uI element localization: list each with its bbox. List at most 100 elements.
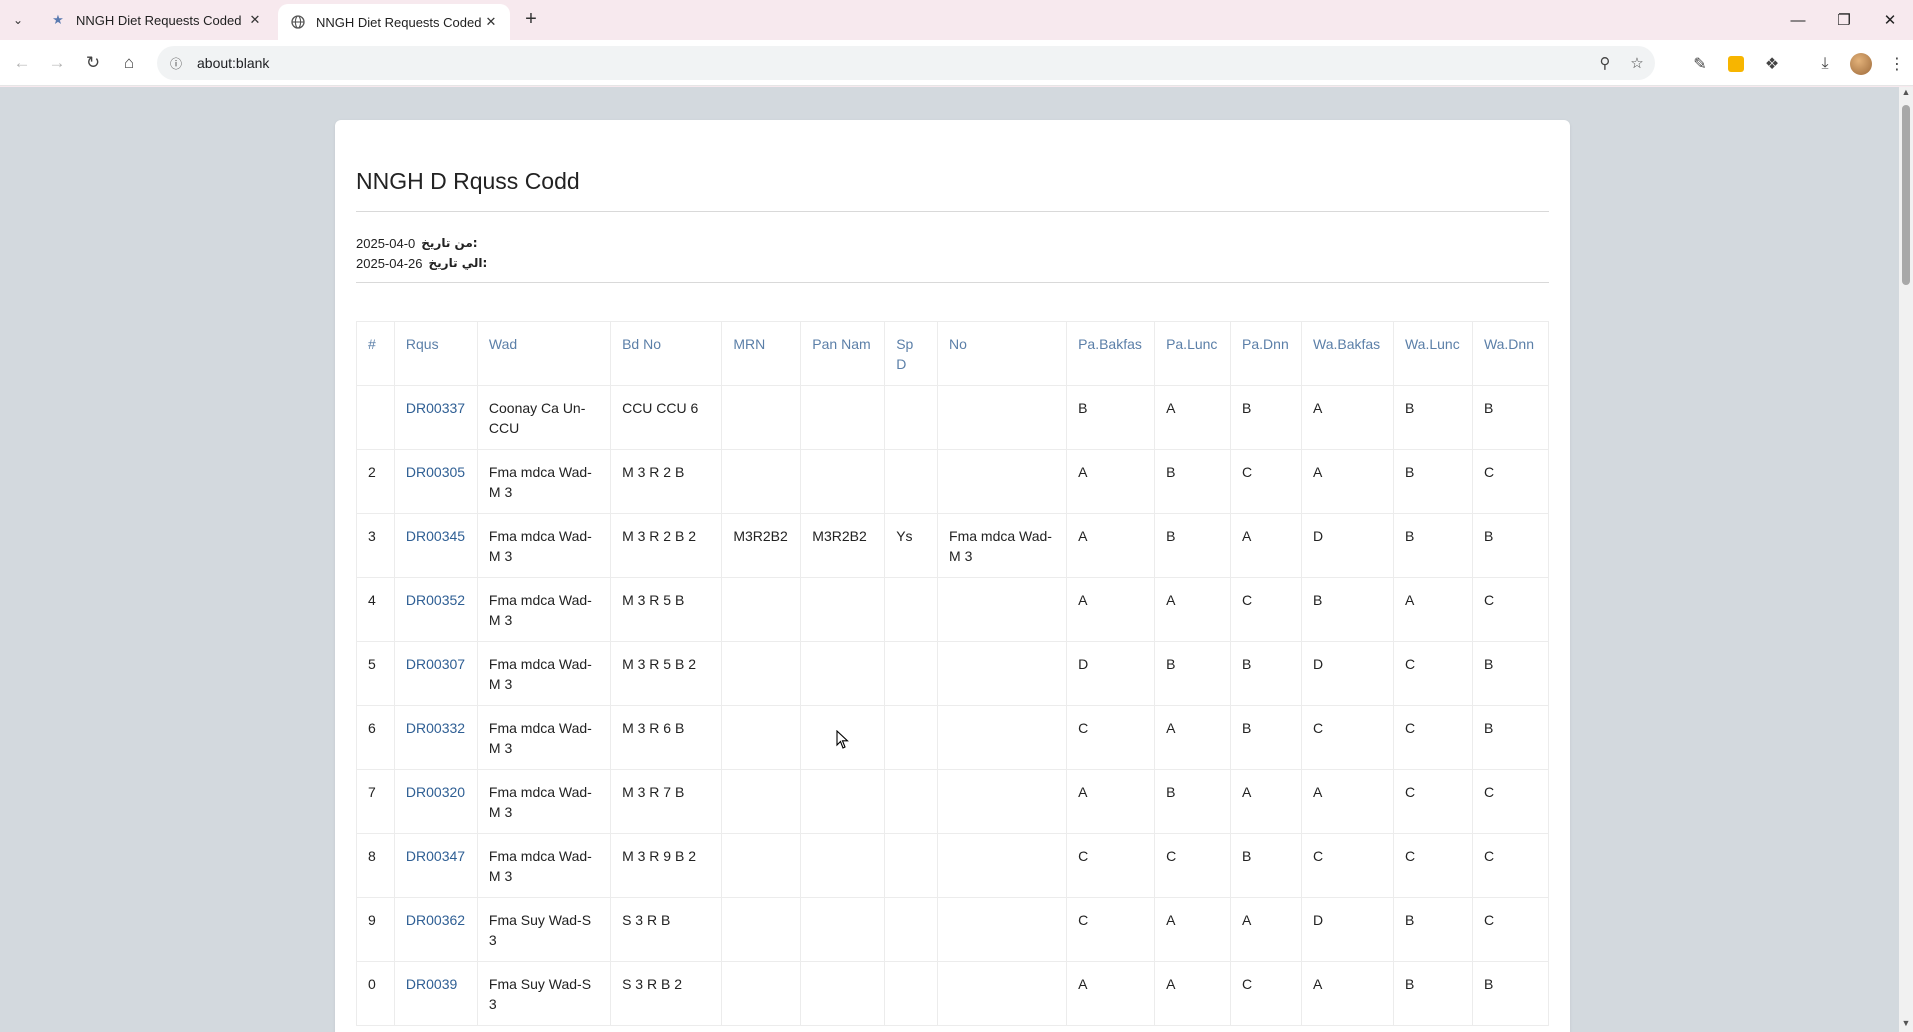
patient-breakfast: D xyxy=(1066,641,1156,706)
address-bar[interactable]: ⓘ about:blank ⚲ ☆ xyxy=(157,46,1655,80)
info-icon[interactable]: ⓘ xyxy=(167,54,185,72)
reload-icon[interactable]: ↻ xyxy=(81,51,105,75)
star-favicon-icon: ★ xyxy=(52,12,64,27)
request-id[interactable]: DR00307 xyxy=(393,641,478,706)
table-row: 2 DR00305 Fma mdca Wad-M 3M 3 R 2 BABCABC xyxy=(356,449,1550,514)
vertical-scrollbar[interactable]: ▲ ▼ xyxy=(1899,87,1913,1032)
mrn: M3R2B2 xyxy=(721,513,802,578)
column-header[interactable]: Sp D xyxy=(884,321,939,386)
column-header[interactable]: Rqus xyxy=(393,321,478,386)
tab-inactive[interactable]: ★ NNGH Diet Requests Coded ✕ xyxy=(38,4,274,36)
column-header[interactable]: Pan Nam xyxy=(800,321,886,386)
request-id[interactable]: DR00305 xyxy=(393,449,478,514)
avatar[interactable] xyxy=(1848,51,1874,77)
patient-breakfast: A xyxy=(1066,577,1156,642)
to-date-value: 2025-04-26 xyxy=(356,256,423,271)
bed-number: M 3 R 9 B 2 xyxy=(610,833,723,898)
ward-dinner: B xyxy=(1471,641,1550,706)
patient-dinner: C xyxy=(1230,449,1302,514)
table-row: 3 DR00345 Fma mdca Wad-M 3M 3 R 2 B 2 M3R2B… xyxy=(356,513,1550,578)
scroll-up-icon[interactable]: ▲ xyxy=(1899,87,1913,101)
patient-breakfast: A xyxy=(1066,769,1156,834)
download-icon[interactable]: ⤓ xyxy=(1812,51,1838,77)
note xyxy=(937,705,1068,770)
patient-lunch: A xyxy=(1154,897,1232,962)
minimize-icon[interactable]: — xyxy=(1775,0,1821,40)
patient-breakfast: A xyxy=(1066,513,1156,578)
ward-dinner: C xyxy=(1471,897,1550,962)
column-header[interactable]: Wa.Lunc xyxy=(1392,321,1473,386)
column-header[interactable]: Wa.Bakfas xyxy=(1301,321,1394,386)
mrn xyxy=(721,641,802,706)
column-header[interactable]: Pa.Dnn xyxy=(1230,321,1302,386)
ward-lunch: C xyxy=(1392,769,1473,834)
scroll-down-icon[interactable]: ▼ xyxy=(1899,1018,1913,1032)
column-header[interactable]: Wad xyxy=(476,321,612,386)
patient-name xyxy=(800,385,886,450)
note: Fma mdca Wad-M 3 xyxy=(937,513,1068,578)
patient-dinner: B xyxy=(1230,705,1302,770)
to-date-line: 2025-04-26 الي تاريخ: xyxy=(356,256,487,271)
ward-lunch: B xyxy=(1392,385,1473,450)
puzzle-icon[interactable]: ❖ xyxy=(1759,51,1785,77)
patient-name xyxy=(800,577,886,642)
patient-lunch: C xyxy=(1154,833,1232,898)
request-id[interactable]: DR00345 xyxy=(393,513,478,578)
ward-breakfast: A xyxy=(1301,961,1394,1026)
tab-search-icon[interactable]: ⌄ xyxy=(6,9,30,31)
note xyxy=(937,833,1068,898)
row-number: 6 xyxy=(356,705,395,770)
ward-name: Fma mdca Wad-M 3 xyxy=(476,449,612,514)
extension-icon[interactable] xyxy=(1723,51,1749,77)
patient-lunch: B xyxy=(1154,769,1232,834)
patient-name xyxy=(800,769,886,834)
request-id[interactable]: DR00347 xyxy=(393,833,478,898)
request-id[interactable]: DR00337 xyxy=(393,385,478,450)
column-header[interactable]: Wa.Dnn xyxy=(1471,321,1550,386)
home-icon[interactable]: ⌂ xyxy=(117,51,141,75)
scroll-thumb[interactable] xyxy=(1902,105,1910,285)
column-header[interactable]: # xyxy=(356,321,395,386)
request-id[interactable]: DR0039 xyxy=(393,961,478,1026)
column-header[interactable]: MRN xyxy=(721,321,802,386)
close-tab-icon[interactable]: ✕ xyxy=(482,13,500,31)
special-diet xyxy=(884,833,939,898)
patient-dinner: C xyxy=(1230,577,1302,642)
more-icon[interactable]: ⋮ xyxy=(1884,51,1910,77)
request-id[interactable]: DR00320 xyxy=(393,769,478,834)
star-icon[interactable]: ☆ xyxy=(1623,49,1651,77)
note xyxy=(937,961,1068,1026)
ward-lunch: B xyxy=(1392,897,1473,962)
request-id[interactable]: DR00332 xyxy=(393,705,478,770)
note xyxy=(937,641,1068,706)
column-header[interactable]: Bd No xyxy=(610,321,723,386)
request-id[interactable]: DR00352 xyxy=(393,577,478,642)
patient-lunch: A xyxy=(1154,385,1232,450)
column-header[interactable]: Pa.Bakfas xyxy=(1066,321,1156,386)
ward-name: Fma mdca Wad-M 3 xyxy=(476,513,612,578)
ward-breakfast: C xyxy=(1301,833,1394,898)
close-window-icon[interactable]: ✕ xyxy=(1867,0,1913,40)
column-header[interactable]: No xyxy=(937,321,1068,386)
from-date-label: من تاريخ: xyxy=(421,236,478,250)
ward-breakfast: A xyxy=(1301,769,1394,834)
row-number: 0 xyxy=(356,961,395,1026)
patient-name xyxy=(800,641,886,706)
close-tab-icon[interactable]: ✕ xyxy=(246,11,264,29)
table-row: 8 DR00347 Fma mdca Wad-M 3M 3 R 9 B 2CCBCC… xyxy=(356,833,1550,898)
forward-icon[interactable]: → xyxy=(45,51,69,75)
restore-icon[interactable]: ❐ xyxy=(1821,0,1867,40)
ward-breakfast: D xyxy=(1301,641,1394,706)
tab-active[interactable]: NNGH Diet Requests Coded ✕ xyxy=(278,4,510,40)
back-icon[interactable]: ← xyxy=(10,51,34,75)
patient-name xyxy=(800,449,886,514)
report-card: NNGH D Rquss Codd 2025-04-0 من تاريخ: 20… xyxy=(335,120,1570,1032)
pen-icon[interactable]: ✎ xyxy=(1687,51,1713,77)
column-header[interactable]: Pa.Lunc xyxy=(1154,321,1232,386)
special-diet xyxy=(884,641,939,706)
new-tab-button[interactable]: + xyxy=(520,9,542,31)
zoom-icon[interactable]: ⚲ xyxy=(1591,49,1619,77)
url-text[interactable]: about:blank xyxy=(197,55,1591,71)
bed-number: S 3 R B 2 xyxy=(610,961,723,1026)
request-id[interactable]: DR00362 xyxy=(393,897,478,962)
